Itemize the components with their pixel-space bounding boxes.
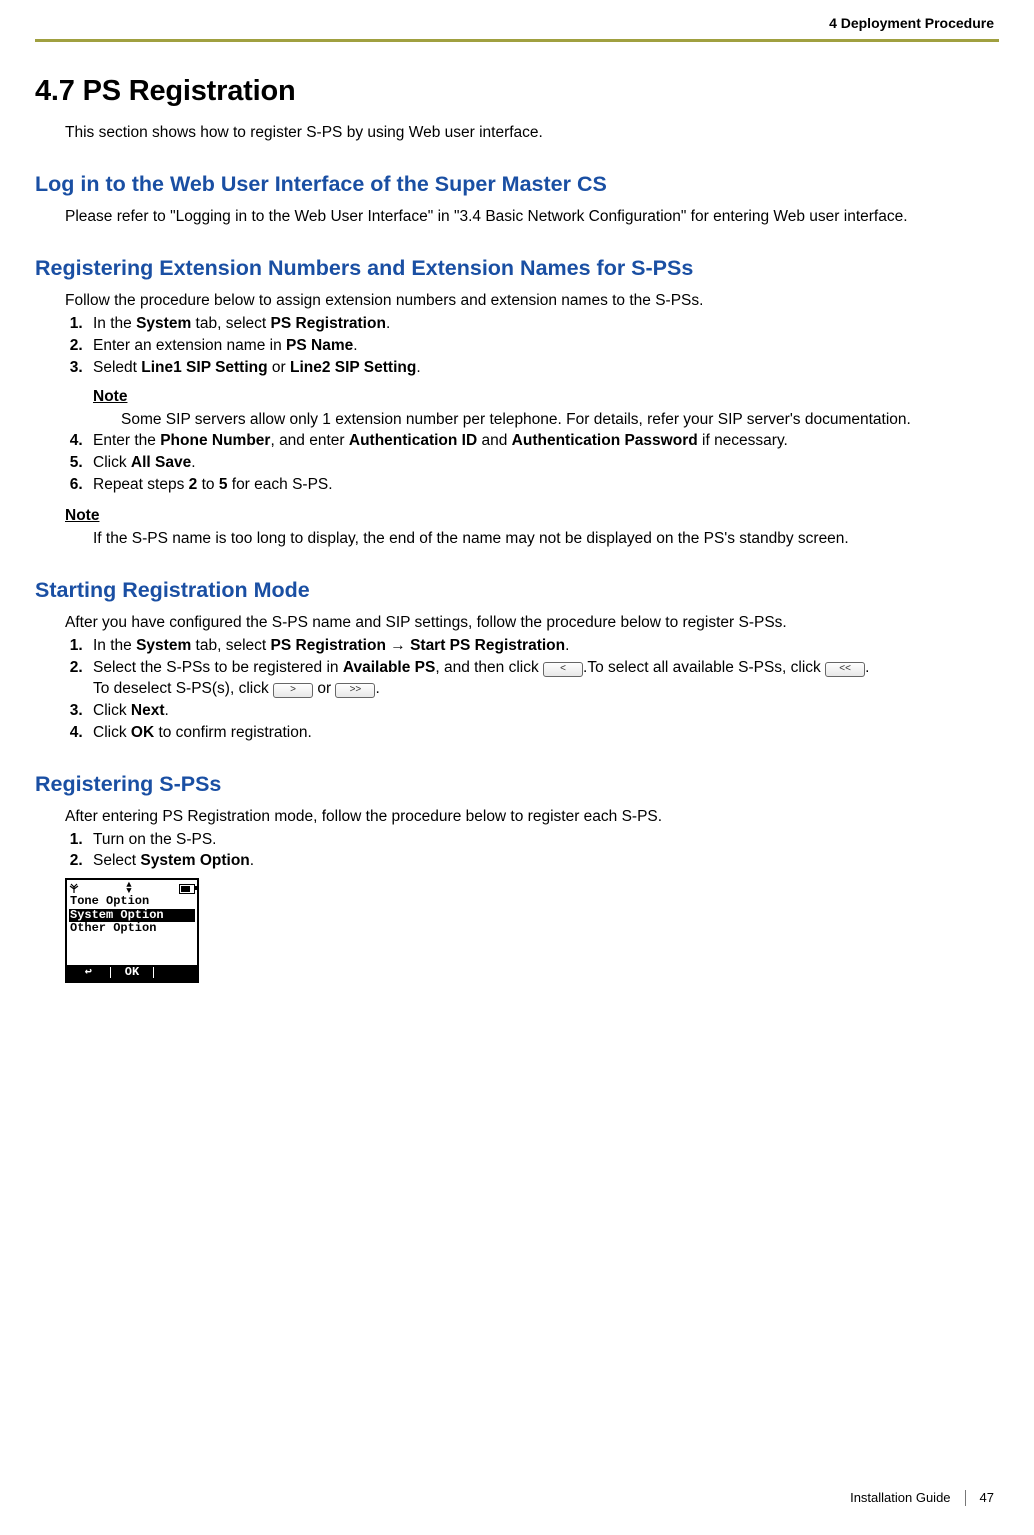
footer-divider bbox=[965, 1490, 966, 1506]
list-item: Select the S-PSs to be registered in Ava… bbox=[87, 658, 999, 700]
register-ext-lead: Follow the procedure below to assign ext… bbox=[65, 291, 999, 312]
register-sps-lead: After entering PS Registration mode, fol… bbox=[65, 807, 999, 828]
battery-icon bbox=[179, 884, 195, 894]
list-item: Click Next. bbox=[87, 701, 999, 722]
list-item: Click OK to confirm registration. bbox=[87, 723, 999, 744]
phone-screen: ▲▼ Tone Option System Option Other Optio… bbox=[65, 878, 199, 983]
start-mode-lead: After you have configured the S-PS name … bbox=[65, 613, 999, 634]
footer-page-number: 47 bbox=[980, 1489, 994, 1507]
phone-menu-item: Tone Option bbox=[69, 895, 195, 908]
note-label: Note bbox=[93, 387, 999, 408]
phone-menu-item-selected: System Option bbox=[69, 909, 195, 922]
softkey-back-icon: ↩ bbox=[67, 966, 110, 979]
list-item: Turn on the S-PS. bbox=[87, 830, 999, 851]
antenna-icon bbox=[69, 883, 79, 893]
intro-text: This section shows how to register S-PS … bbox=[65, 123, 999, 144]
note-body: Some SIP servers allow only 1 extension … bbox=[121, 410, 999, 431]
running-header: 4 Deployment Procedure bbox=[35, 10, 999, 39]
list-item: Select System Option. bbox=[87, 851, 999, 872]
list-item: In the System tab, select PS Registratio… bbox=[87, 636, 999, 657]
header-rule bbox=[35, 39, 999, 42]
page-footer: Installation Guide 47 bbox=[850, 1489, 994, 1507]
note-body: If the S-PS name is too long to display,… bbox=[93, 529, 999, 550]
section-title: 4.7 PS Registration bbox=[35, 72, 999, 111]
move-left-button: < bbox=[543, 662, 583, 677]
heading-register-ext: Registering Extension Numbers and Extens… bbox=[35, 254, 999, 283]
login-body: Please refer to "Logging in to the Web U… bbox=[65, 207, 999, 228]
list-item: In the System tab, select PS Registratio… bbox=[87, 314, 999, 335]
register-ext-steps: In the System tab, select PS Registratio… bbox=[65, 314, 999, 496]
scroll-indicator-icon: ▲▼ bbox=[126, 882, 131, 895]
phone-softkeys: ↩ OK bbox=[67, 965, 197, 981]
heading-login: Log in to the Web User Interface of the … bbox=[35, 170, 999, 199]
phone-menu-item: Other Option bbox=[69, 922, 195, 935]
list-item: Enter the Phone Number, and enter Authen… bbox=[87, 431, 999, 452]
footer-doc-title: Installation Guide bbox=[850, 1489, 950, 1507]
softkey-ok: OK bbox=[111, 966, 154, 979]
phone-menu: Tone Option System Option Other Option bbox=[67, 895, 197, 965]
heading-start-mode: Starting Registration Mode bbox=[35, 576, 999, 605]
heading-register-sps: Registering S-PSs bbox=[35, 770, 999, 799]
move-all-right-button: >> bbox=[335, 683, 375, 698]
list-item: Click All Save. bbox=[87, 453, 999, 474]
note-label: Note bbox=[65, 506, 999, 527]
move-all-left-button: << bbox=[825, 662, 865, 677]
list-item: Seledt Line1 SIP Setting or Line2 SIP Se… bbox=[87, 358, 999, 431]
list-item: Enter an extension name in PS Name. bbox=[87, 336, 999, 357]
list-item: Repeat steps 2 to 5 for each S-PS. bbox=[87, 475, 999, 496]
move-right-button: > bbox=[273, 683, 313, 698]
start-mode-steps: In the System tab, select PS Registratio… bbox=[65, 636, 999, 744]
phone-status-bar: ▲▼ bbox=[67, 880, 197, 895]
register-sps-steps: Turn on the S-PS. Select System Option. bbox=[65, 830, 999, 873]
